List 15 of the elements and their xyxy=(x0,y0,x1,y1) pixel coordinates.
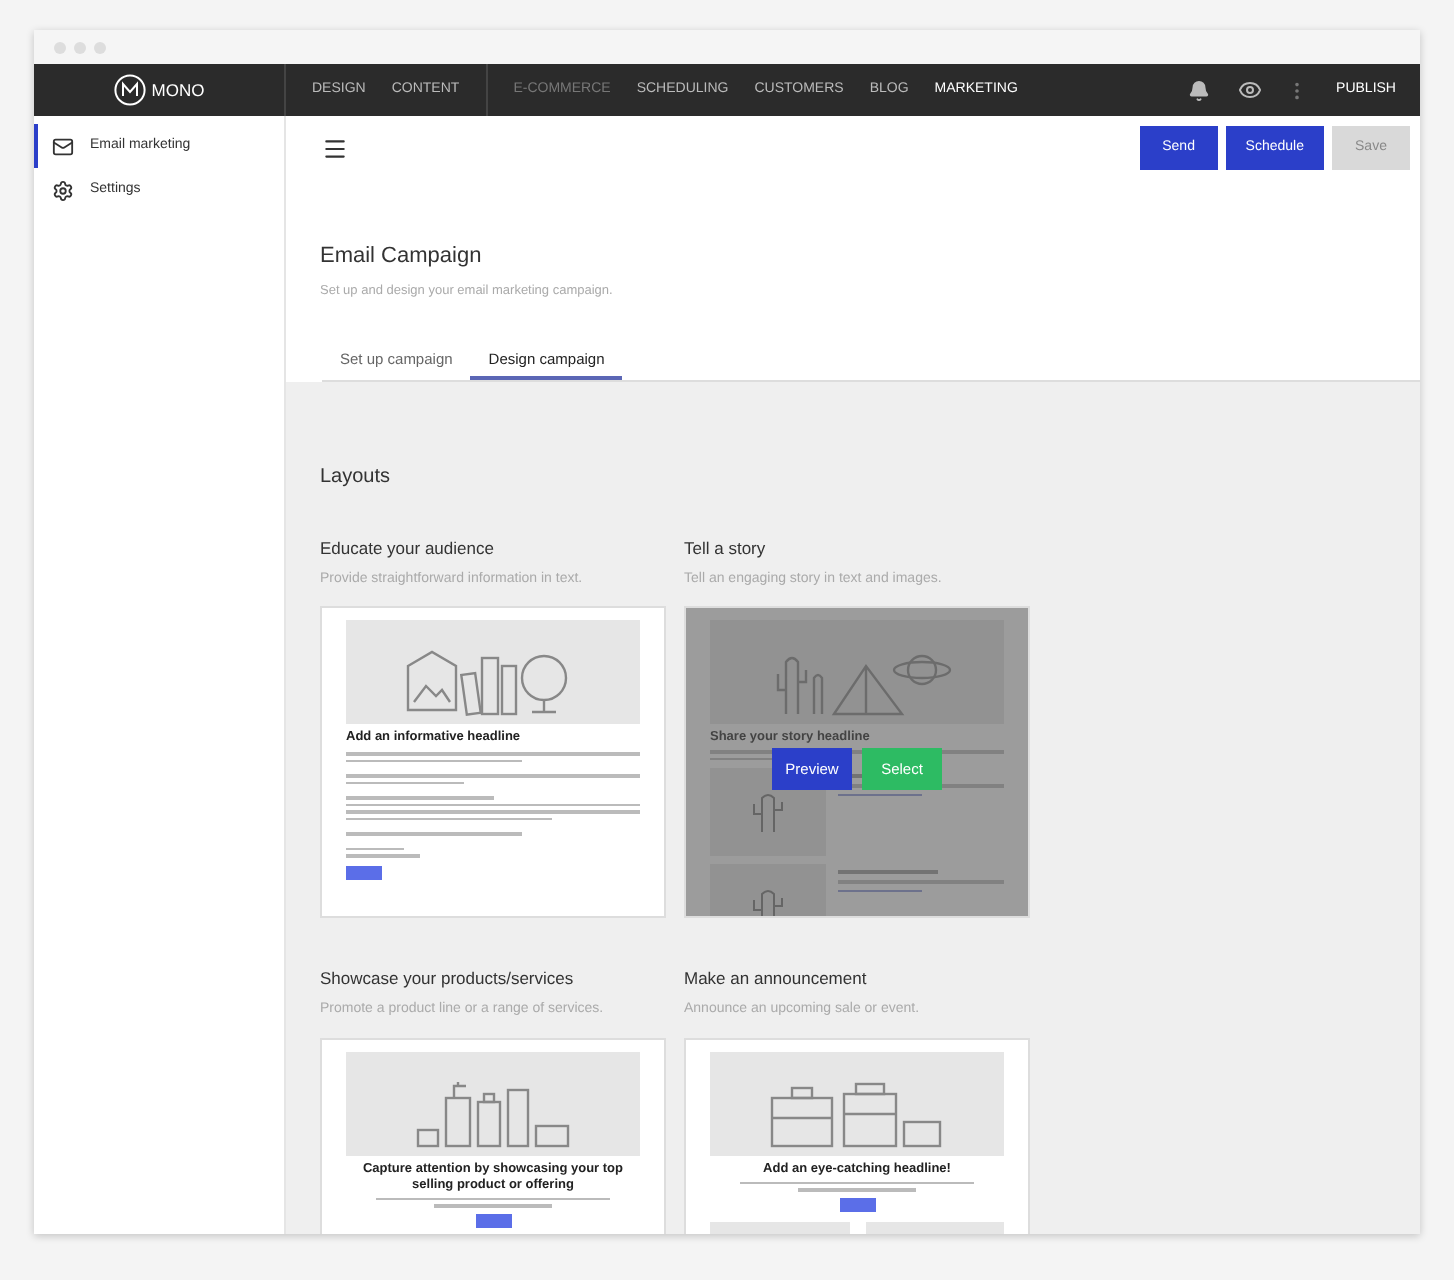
settings-icon xyxy=(52,179,74,201)
section-title: Layouts xyxy=(320,464,393,492)
layout-title: Showcase your products/services xyxy=(320,966,576,992)
notifications-icon[interactable] xyxy=(1188,79,1211,101)
preview-button xyxy=(346,865,382,880)
preview-button xyxy=(475,1213,511,1228)
layout-title: Tell a story xyxy=(684,536,768,562)
preview-button xyxy=(839,1197,875,1212)
layout-title: Make an announcement xyxy=(684,966,869,992)
layout-title: Educate your audience xyxy=(320,536,496,562)
logo-icon xyxy=(113,74,146,106)
menu-icon[interactable] xyxy=(322,135,348,161)
logo-text: MONO xyxy=(151,77,205,103)
mail-icon xyxy=(52,135,74,157)
page-title: Email Campaign xyxy=(320,242,484,272)
